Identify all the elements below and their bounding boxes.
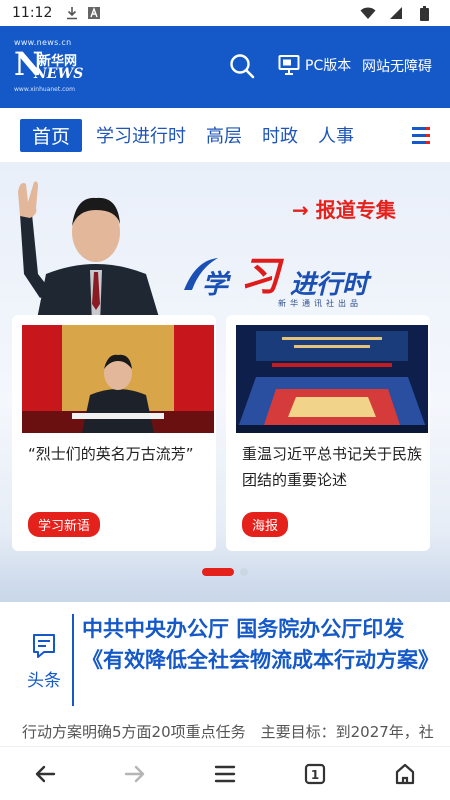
news-card[interactable]: 重温习近平总书记关于民族团结的重要论述 海报 xyxy=(226,315,430,551)
card-title: “烈士们的英名万古流芳” xyxy=(28,445,194,463)
tab-study[interactable]: 学习进行时 xyxy=(96,122,186,148)
search-button[interactable] xyxy=(228,52,256,80)
browser-bottom-bar: 1 xyxy=(0,746,450,800)
search-icon xyxy=(230,54,255,79)
logo-sub: www.xinhuanet.com xyxy=(14,86,75,93)
banner-credit: 新华通讯社出品 xyxy=(278,299,362,308)
app-header: www.news.cn N 新华网 NEWS www.xinhuanet.com… xyxy=(0,26,450,108)
report-collection-link[interactable]: → 报道专集 xyxy=(292,194,396,223)
wifi-icon xyxy=(360,5,376,21)
tab-politics[interactable]: 时政 xyxy=(262,122,298,148)
download-icon xyxy=(64,5,80,21)
carousel-indicator xyxy=(0,568,450,578)
headline-badge: 头条 xyxy=(24,632,64,692)
signal-icon xyxy=(388,5,404,21)
card-badge[interactable]: 学习新语 xyxy=(28,512,101,537)
forward-button[interactable] xyxy=(118,757,152,791)
pc-version-label: PC版本 xyxy=(305,58,352,74)
battery-icon xyxy=(416,5,432,21)
home-icon xyxy=(395,763,415,784)
banner-portrait xyxy=(16,174,176,324)
monitor-icon xyxy=(278,55,300,75)
channel-menu-icon[interactable] xyxy=(412,125,430,145)
tab-leadership[interactable]: 高层 xyxy=(206,122,242,148)
card-title: 重温习近平总书记关于民族团结的重要论述 xyxy=(242,445,423,489)
headline-divider xyxy=(72,614,74,706)
news-card[interactable]: “烈士们的英名万古流芳” 学习新语 xyxy=(12,315,216,551)
card-thumbnail xyxy=(22,325,214,433)
headline-badge-label: 头条 xyxy=(27,671,61,691)
home-button[interactable] xyxy=(388,757,422,791)
tab-home[interactable]: 首页 xyxy=(20,118,83,152)
tab-personnel[interactable]: 人事 xyxy=(318,122,354,148)
back-button[interactable] xyxy=(28,757,62,791)
headline-title[interactable]: 中共中央办公厅 国务院办公厅印发《有效降低全社会物流成本行动方案》 xyxy=(82,614,439,676)
card-badge[interactable]: 海报 xyxy=(242,512,289,537)
menu-icon xyxy=(214,765,236,782)
tabs-button[interactable]: 1 xyxy=(298,757,332,791)
headline-chat-icon xyxy=(33,634,55,658)
channel-nav: 首页 学习进行时 高层 时政 人事 xyxy=(10,113,440,157)
back-icon xyxy=(35,765,56,782)
card-thumbnail xyxy=(236,325,428,433)
carousel-dot-active[interactable] xyxy=(202,568,234,576)
pc-version-button[interactable]: PC版本 xyxy=(278,54,351,76)
logo-brand-en: NEWS xyxy=(34,66,84,82)
banner-title-part-2: 习 xyxy=(240,254,280,300)
font-icon xyxy=(86,5,102,21)
banner-title-part-1: 学 xyxy=(202,270,229,300)
status-time: 11:12 xyxy=(12,5,53,21)
status-bar: 11:12 xyxy=(0,0,450,26)
xinhua-logo[interactable]: www.news.cn N 新华网 NEWS www.xinhuanet.com xyxy=(14,38,94,94)
headline-card[interactable]: 头条 中共中央办公厅 国务院办公厅印发《有效降低全社会物流成本行动方案》 行动方… xyxy=(10,602,440,752)
tabs-count: 1 xyxy=(311,768,319,782)
menu-button[interactable] xyxy=(208,757,242,791)
carousel-dot[interactable] xyxy=(240,568,248,576)
forward-icon xyxy=(124,765,145,782)
banner-title-part-3: 进行时 xyxy=(290,270,369,300)
tabs-icon: 1 xyxy=(304,763,326,784)
feature-banner[interactable]: → 报道专集 学 习 进行时 新华通讯社出品 “烈士们的英名万古流芳” 学习新语 xyxy=(0,162,450,602)
banner-title: 学 习 进行时 新华通讯社出品 xyxy=(182,244,432,308)
accessibility-link[interactable]: 网站无障碍 xyxy=(362,56,432,76)
